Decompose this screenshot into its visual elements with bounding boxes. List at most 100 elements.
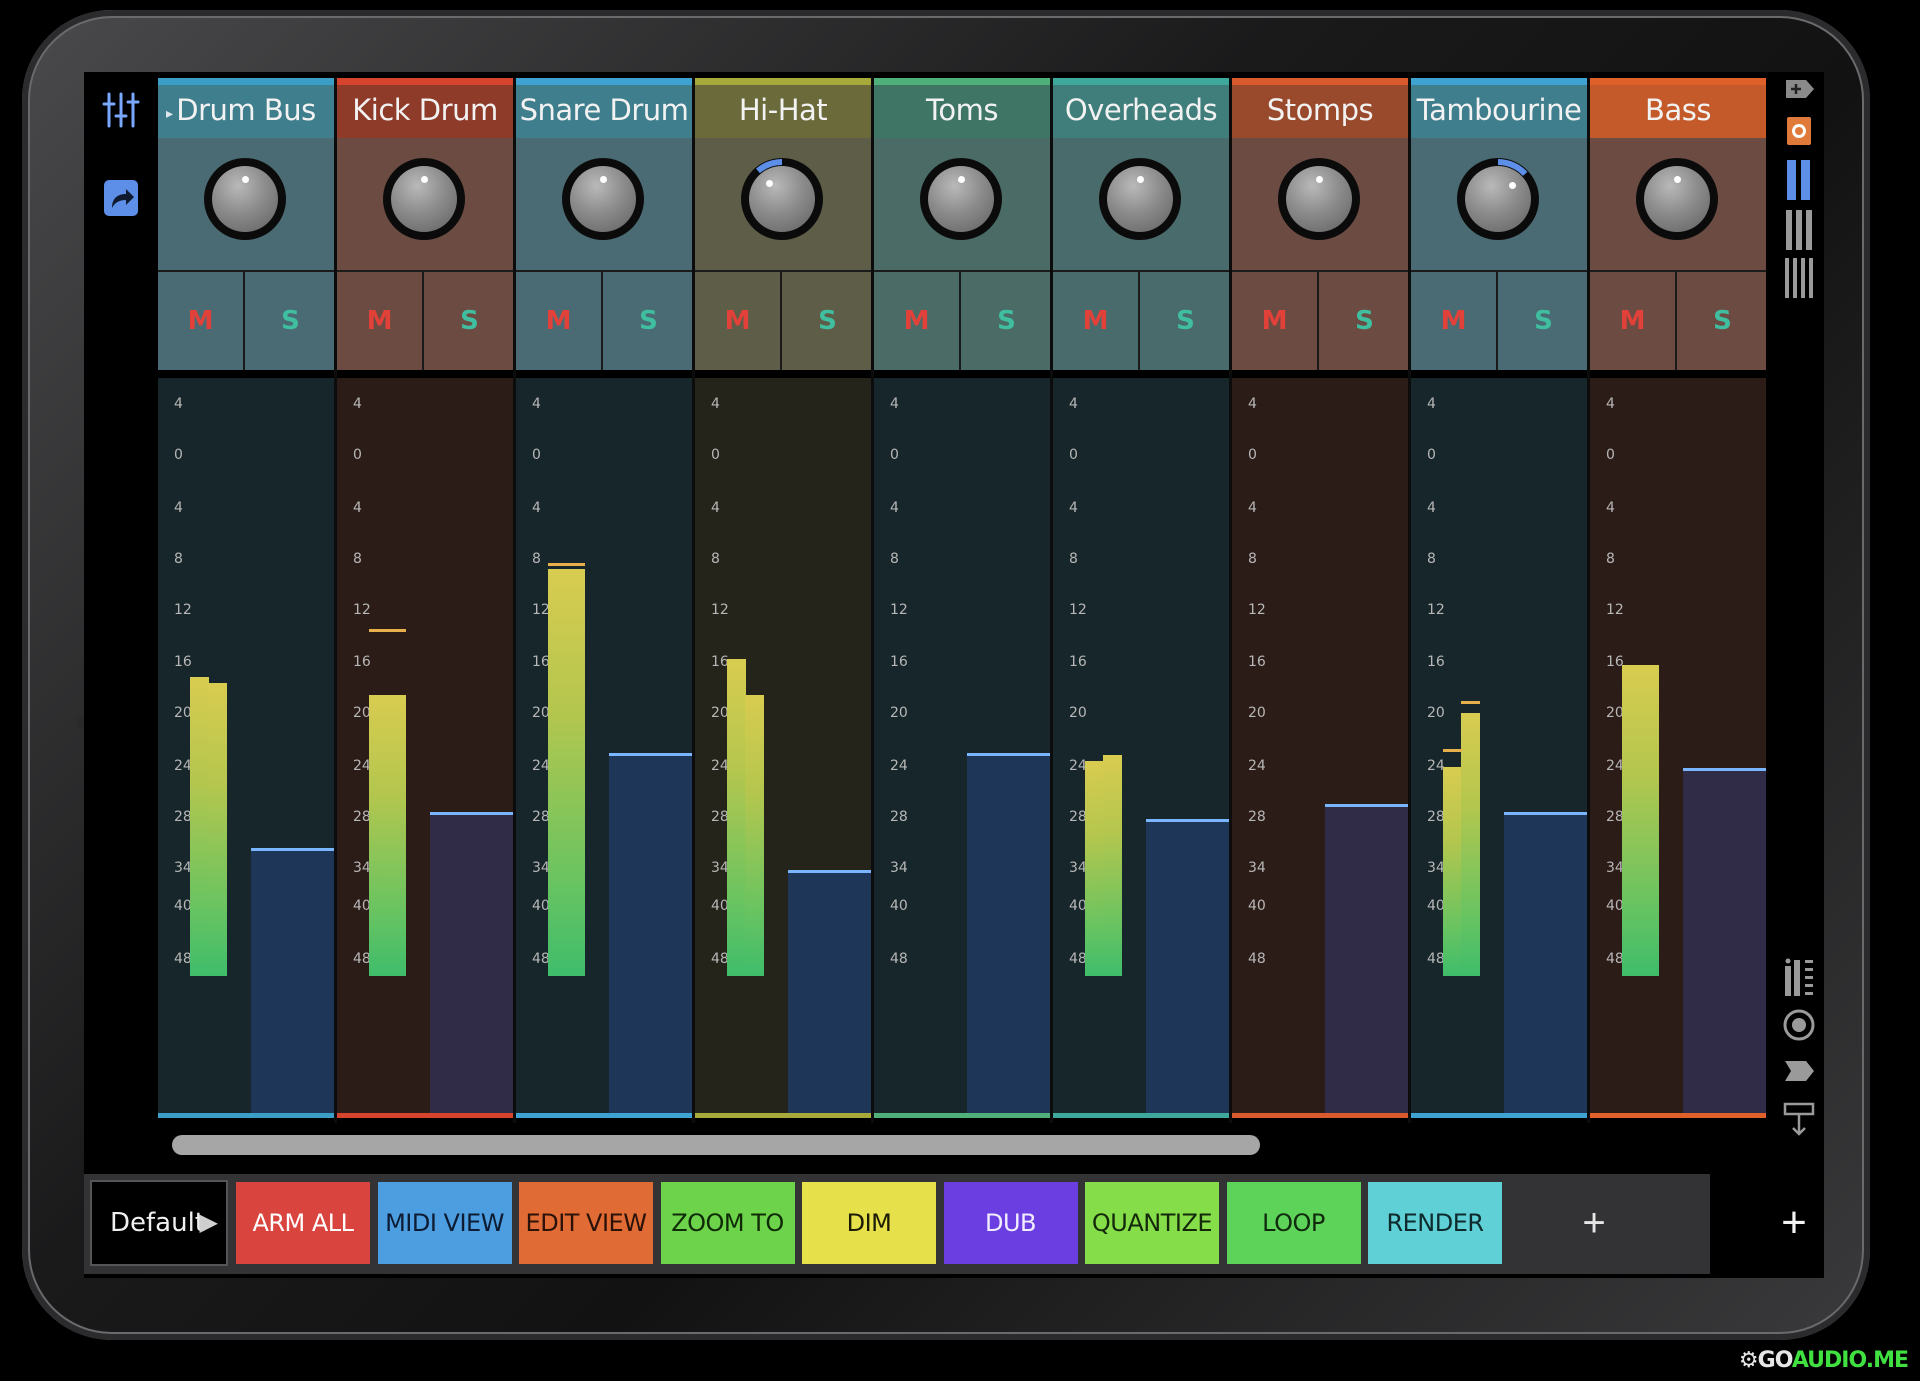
level-meter-bar	[369, 694, 388, 976]
volume-fader[interactable]	[1146, 819, 1229, 1113]
pan-knob[interactable]	[1099, 158, 1181, 240]
volume-fader[interactable]	[1325, 804, 1408, 1113]
macro-button-zoom-to-fit[interactable]: ZOOM TO FIT	[660, 1182, 795, 1264]
volume-fader[interactable]	[1683, 767, 1766, 1113]
level-meter-bar	[1461, 712, 1480, 976]
watermark-suffix: AUDIO.ME	[1791, 1348, 1909, 1373]
volume-fader[interactable]	[251, 848, 334, 1113]
volume-fader[interactable]	[609, 752, 692, 1113]
solo-button[interactable]: S	[426, 272, 513, 370]
right-toolbar	[1774, 72, 1824, 1172]
macro-button-edit-view[interactable]: EDIT VIEW	[519, 1182, 653, 1264]
macro-button-loop[interactable]: LOOP	[1226, 1182, 1361, 1264]
tag-add-icon[interactable]	[1782, 72, 1816, 106]
volume-fader[interactable]	[430, 811, 513, 1113]
solo-button[interactable]: S	[247, 272, 334, 370]
db-scale-label: 8	[174, 551, 183, 567]
channel-header[interactable]: Hi-Hat	[695, 78, 871, 138]
macro-button-render[interactable]: RENDER	[1368, 1182, 1502, 1264]
mute-button[interactable]: M	[158, 272, 245, 370]
db-scale-label: 20	[1427, 705, 1445, 721]
macro-button-dub-on-off[interactable]: DUB ON/OFF	[943, 1182, 1078, 1264]
macro-button-quantize[interactable]: QUANTIZE	[1085, 1182, 1219, 1264]
insert-down-icon[interactable]	[1782, 1098, 1816, 1136]
solo-button[interactable]: S	[1679, 272, 1766, 370]
meter-view-icon[interactable]	[1782, 958, 1816, 996]
pan-knob[interactable]	[204, 158, 286, 240]
solo-button[interactable]: S	[1142, 272, 1229, 370]
mute-button[interactable]: M	[516, 272, 603, 370]
pan-knob[interactable]	[741, 158, 823, 240]
mute-button[interactable]: M	[695, 272, 782, 370]
tag-icon[interactable]	[1782, 1054, 1816, 1088]
db-scale-label: 4	[711, 500, 720, 516]
knob-cap	[1107, 166, 1173, 232]
db-scale-label: 0	[1248, 447, 1257, 463]
pan-knob[interactable]	[383, 158, 465, 240]
mute-button[interactable]: M	[1411, 272, 1498, 370]
solo-button[interactable]: S	[784, 272, 871, 370]
channel-header[interactable]: Toms	[874, 78, 1050, 138]
db-scale-label: 34	[1248, 860, 1266, 876]
record-arm-icon[interactable]	[1782, 114, 1816, 148]
channel-strip: Hi-Hat M S 4 0 4 8 12 16 20 24 28 34 40 48	[695, 78, 871, 1123]
peak-hold-marker	[1443, 748, 1462, 752]
solo-button[interactable]: S	[1321, 272, 1408, 370]
level-meter-bar	[727, 659, 746, 976]
volume-fader[interactable]	[1504, 811, 1587, 1113]
channel-divider	[692, 78, 695, 1123]
horizontal-scrollbar[interactable]	[172, 1135, 1260, 1155]
channel-header[interactable]: Stomps	[1232, 78, 1408, 138]
knob-indicator	[1673, 175, 1681, 183]
mute-button[interactable]: M	[1053, 272, 1140, 370]
db-scale-label: 4	[890, 396, 899, 412]
channel-header[interactable]: ▸ Drum Bus	[158, 78, 334, 138]
channel-header[interactable]: Overheads	[1053, 78, 1229, 138]
db-scale-label: 4	[174, 500, 183, 516]
mute-button[interactable]: M	[874, 272, 961, 370]
knob-cap	[749, 166, 815, 232]
preset-label: Default	[110, 1208, 205, 1238]
pan-knob[interactable]	[920, 158, 1002, 240]
solo-button[interactable]: S	[1500, 272, 1587, 370]
add-macro-button[interactable]: +	[1574, 1182, 1614, 1264]
channel-color-strip	[695, 1113, 871, 1118]
channel-header[interactable]: Bass	[1590, 78, 1766, 138]
pan-knob-area	[158, 138, 334, 272]
mixer-sliders-icon[interactable]	[102, 90, 140, 130]
watermark: ⚙GOAUDIO.ME	[1739, 1348, 1909, 1373]
macro-button-midi-view[interactable]: MIDI VIEW	[377, 1182, 512, 1264]
db-scale-label: 8	[1427, 551, 1436, 567]
pan-knob[interactable]	[1278, 158, 1360, 240]
solo-button[interactable]: S	[605, 272, 692, 370]
pan-knob-area	[1411, 138, 1587, 272]
mute-button[interactable]: M	[1232, 272, 1319, 370]
mute-button[interactable]: M	[337, 272, 424, 370]
knob-cap	[391, 166, 457, 232]
share-icon[interactable]	[102, 178, 140, 218]
three-columns-icon[interactable]	[1782, 210, 1816, 250]
knob-cap	[570, 166, 636, 232]
channel-header[interactable]: Snare Drum	[516, 78, 692, 138]
four-columns-icon[interactable]	[1782, 258, 1816, 298]
add-track-button[interactable]: +	[1774, 1182, 1814, 1264]
channel-strip: Toms M S 4 0 4 8 12 16 20 24 28 34 40 48	[874, 78, 1050, 1123]
knob-cap	[212, 166, 278, 232]
pan-knob[interactable]	[1457, 158, 1539, 240]
channel-header[interactable]: Kick Drum	[337, 78, 513, 138]
macro-button-dim[interactable]: DIM	[802, 1182, 936, 1264]
volume-fader[interactable]	[788, 870, 871, 1113]
preset-selector[interactable]: Default ▶	[90, 1180, 228, 1266]
two-columns-icon[interactable]	[1782, 160, 1816, 200]
macro-button-arm-all[interactable]: ARM ALL	[236, 1182, 370, 1264]
pan-knob[interactable]	[562, 158, 644, 240]
channel-header[interactable]: Tambourine	[1411, 78, 1587, 138]
knob-view-icon[interactable]	[1782, 1008, 1816, 1042]
pan-knob[interactable]	[1636, 158, 1718, 240]
level-meter-area: 4 0 4 8 12 16 20 24 28 34 40 48	[1590, 378, 1766, 1113]
db-scale-label: 4	[1606, 500, 1615, 516]
volume-fader[interactable]	[967, 752, 1050, 1113]
mute-button[interactable]: M	[1590, 272, 1677, 370]
db-scale-label: 24	[890, 758, 908, 774]
solo-button[interactable]: S	[963, 272, 1050, 370]
